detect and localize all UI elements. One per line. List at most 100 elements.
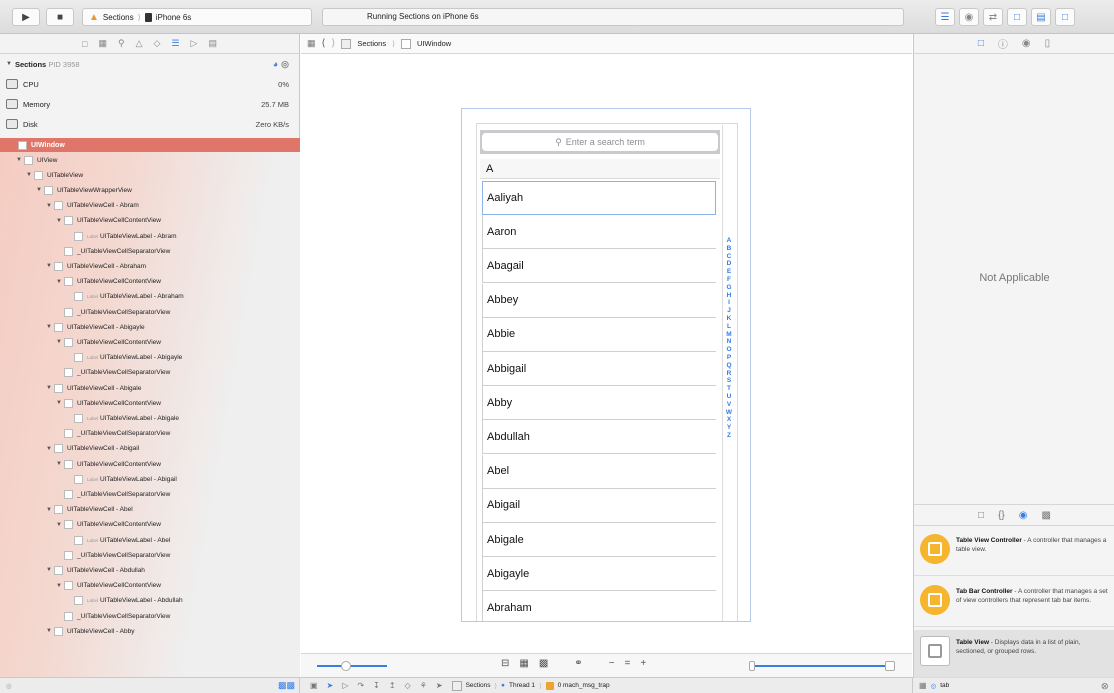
show-constraints-icon[interactable]: ▦ [519, 658, 528, 669]
disclosure-triangle-icon[interactable]: ▼ [56, 522, 64, 528]
tree-row[interactable]: ▼ UITableViewCellContentView [56, 215, 161, 227]
view-checkbox[interactable] [64, 429, 73, 439]
disclosure-triangle-icon[interactable]: ▼ [56, 218, 64, 224]
view-checkbox[interactable] [54, 505, 63, 515]
object-library-icon[interactable]: ◉ [1019, 510, 1028, 521]
disclosure-triangle-icon[interactable]: ▼ [46, 446, 54, 452]
step-into-icon[interactable]: ↧ [373, 681, 380, 690]
view-checkbox[interactable] [54, 322, 63, 332]
project-navigator-icon[interactable]: □ [82, 39, 87, 49]
size-inspector-icon[interactable]: ▯ [1045, 38, 1051, 49]
table-cell[interactable]: Aaron [482, 215, 716, 250]
step-out-icon[interactable]: ↥ [389, 681, 396, 690]
object-inspector-icon[interactable]: ◉ [1022, 38, 1031, 49]
gauge-row-cpu[interactable]: CPU 0% [0, 74, 299, 94]
debug-crumb-project[interactable]: Sections [466, 682, 491, 689]
view-checkbox[interactable] [64, 520, 73, 530]
gauge-row-memory[interactable]: Memory 25.7 MB [0, 94, 299, 114]
test-navigator-icon[interactable]: ◇ [154, 38, 161, 49]
table-cell[interactable]: Abbigail [482, 352, 716, 386]
tree-row[interactable]: Label UITableViewLabel - Abigayle [66, 352, 182, 364]
table-cell[interactable]: Abigail [482, 488, 716, 523]
view-checkbox[interactable] [64, 398, 73, 408]
tree-row[interactable]: ▼ UITableViewCell - Abigale [46, 382, 141, 394]
related-items-icon[interactable]: ▦ [307, 38, 316, 49]
view-checkbox[interactable] [74, 535, 83, 545]
utilities-toggle-button[interactable]: □ [1055, 8, 1075, 26]
run-button[interactable]: ▶ [12, 8, 40, 26]
breadcrumb-window[interactable]: UIWindow [417, 39, 451, 48]
process-view-toggle-icon[interactable]: ▩▩ [278, 680, 295, 691]
tree-row[interactable]: _UITableViewCellSeparatorView [56, 610, 170, 622]
zoom-actual-icon[interactable]: = [625, 658, 631, 669]
table-cell[interactable]: Abraham [482, 591, 716, 621]
table-cell[interactable]: Abby [482, 386, 716, 421]
view-checkbox[interactable] [54, 626, 63, 636]
view-checkbox[interactable] [74, 413, 83, 423]
library-item[interactable]: Table View Controller - A controller tha… [914, 528, 1114, 576]
tree-row[interactable]: ▼ UITableViewCell - Abraham [46, 260, 146, 272]
library-item[interactable]: Tab Bar Controller - A controller that m… [914, 579, 1114, 627]
tree-row[interactable]: Label UITableViewLabel - Abram [66, 230, 177, 242]
simulate-location-icon[interactable]: ➤ [436, 681, 443, 690]
issue-navigator-icon[interactable]: △ [136, 38, 143, 49]
table-cell[interactable]: Abbie [482, 317, 716, 352]
disclosure-triangle-icon[interactable]: ▼ [46, 567, 54, 573]
gauge-row-disk[interactable]: Disk Zero KB/s [0, 114, 299, 134]
disclosure-triangle-icon[interactable]: ▼ [46, 507, 54, 513]
tree-row[interactable]: ▼ UITableViewCell - Abram [46, 200, 139, 212]
view-checkbox[interactable] [54, 261, 63, 271]
filter-input[interactable] [16, 681, 176, 691]
view-checkbox[interactable] [74, 596, 83, 606]
disclosure-triangle-icon[interactable]: ▼ [46, 324, 54, 330]
disclosure-triangle-icon[interactable]: ▼ [46, 203, 54, 209]
view-checkbox[interactable] [64, 550, 73, 560]
tree-row[interactable]: Label UITableViewLabel - Abraham [66, 291, 184, 303]
search-field[interactable]: ⚲ Enter a search term [482, 133, 718, 151]
tree-row[interactable]: _UITableViewCellSeparatorView [56, 549, 170, 561]
debug-view-hierarchy-icon[interactable]: ◇ [405, 681, 411, 690]
range-start-knob[interactable] [749, 661, 755, 671]
spacing-slider[interactable] [317, 661, 387, 671]
view-checkbox[interactable] [64, 277, 73, 287]
stop-button[interactable]: ■ [46, 8, 74, 26]
view-checkbox[interactable] [54, 565, 63, 575]
library-grid-icon[interactable]: ▦ [919, 681, 927, 690]
tree-row[interactable]: _UITableViewCellSeparatorView [56, 428, 170, 440]
debug-navigator-icon[interactable]: ☰ [171, 38, 179, 49]
library-filter-input[interactable]: tab [940, 682, 949, 689]
table-cell[interactable]: Abigayle [482, 557, 716, 592]
table-cell[interactable]: Abdullah [482, 420, 716, 455]
disclosure-triangle-icon[interactable]: ▼ [56, 461, 64, 467]
disclosure-triangle-icon[interactable]: ▼ [46, 628, 54, 634]
breadcrumb-project[interactable]: Sections [357, 39, 386, 48]
media-library-icon[interactable]: ▩ [1042, 510, 1051, 521]
tree-row[interactable]: _UITableViewCellSeparatorView [56, 306, 170, 318]
view-checkbox[interactable] [64, 459, 73, 469]
view-checkbox[interactable] [64, 368, 73, 378]
view-checkbox[interactable] [54, 444, 63, 454]
tree-row[interactable]: Label UITableViewLabel - Abdullah [66, 595, 183, 607]
view-checkbox[interactable] [74, 231, 83, 241]
tree-row[interactable]: _UITableViewCellSeparatorView [56, 245, 170, 257]
tree-row[interactable]: ▼ UITableViewCellContentView [56, 580, 161, 592]
symbol-navigator-icon[interactable]: ▦ [98, 38, 107, 49]
tree-row[interactable]: ▼ UITableViewCell - Abigail [46, 443, 139, 455]
disclosure-triangle-icon[interactable]: ▼ [26, 172, 34, 178]
tree-row[interactable]: ▼ UITableViewCell - Abigayle [46, 321, 145, 333]
view-checkbox[interactable] [74, 353, 83, 363]
adjust-view-mode-icon[interactable]: ▩ [539, 658, 548, 669]
tree-row[interactable]: Label UITableViewLabel - Abel [66, 534, 170, 546]
assistant-editor-button[interactable]: ◉ [959, 8, 979, 26]
view-checkbox[interactable] [74, 292, 83, 302]
range-end-knob[interactable] [885, 661, 895, 671]
disclosure-triangle-icon[interactable]: ▼ [56, 279, 64, 285]
standard-editor-button[interactable]: ☰ [935, 8, 955, 26]
view-checkbox[interactable] [74, 474, 83, 484]
orient-3d-icon[interactable]: ⚭ [574, 658, 582, 669]
version-editor-button[interactable]: ⇄ [983, 8, 1003, 26]
tree-row[interactable]: _UITableViewCellSeparatorView [56, 367, 170, 379]
disclosure-triangle-icon[interactable]: ▼ [56, 339, 64, 345]
process-options-icon[interactable]: ◎ [281, 59, 289, 70]
show-clipped-content-icon[interactable]: ⊟ [501, 658, 509, 669]
